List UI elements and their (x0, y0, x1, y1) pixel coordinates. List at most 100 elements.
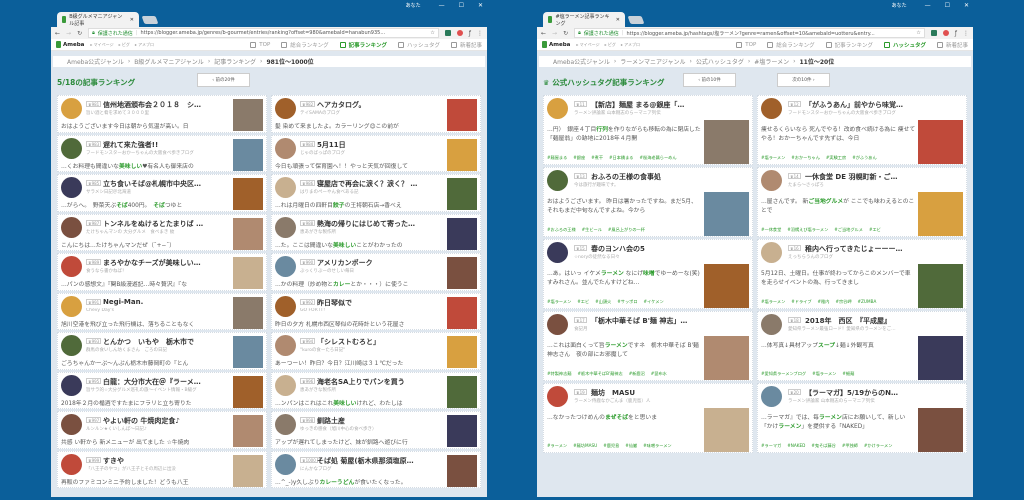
article-title[interactable]: 海老名SA上りでパンを買う (317, 377, 444, 387)
avatar[interactable] (275, 98, 296, 119)
new-tab-button[interactable] (627, 16, 645, 24)
ranking-card[interactable]: ♛992 昨日琴似で GO FOR IT! 昨日の夕方 札幌市西区琴似の花時計という花… (271, 292, 481, 330)
breadcrumb-item[interactable]: 記事ランキング (214, 57, 256, 66)
hashtag-link[interactable]: #一休食堂 (761, 227, 781, 233)
breadcrumb-item[interactable]: Ameba公式ジャンル (67, 57, 124, 66)
article-title[interactable]: 昨日琴似で (317, 298, 444, 308)
close-tab-icon[interactable]: ✕ (130, 17, 134, 23)
ranking-card[interactable]: ♛12 「がふうあん」前やから味覚… フードモンスターおかーちゃんの大阪食べ歩きブロ… (757, 95, 967, 165)
avatar[interactable] (275, 374, 296, 396)
maximize-button[interactable]: ☐ (459, 2, 464, 9)
hashtag-link[interactable]: #ラーマガ (761, 443, 781, 449)
ranking-card[interactable]: ♛11 【新店】麺屋 まる@銀座「… ラーメン評論家 山本剛志のらーマニア列伝 …円）… (543, 95, 753, 165)
profile-name[interactable]: あなた (892, 2, 907, 9)
hashtag-link[interactable]: #山頭火 (595, 299, 611, 305)
blog-name[interactable]: サラメシ日記＠北海道 (86, 189, 230, 195)
article-title[interactable]: とんかつ いもや 栃木市で (103, 337, 230, 347)
ranking-card[interactable]: ♛15 春のヨンハ会の5 ☆noryの徒然なる日々 …あ。はいっ イケメラーメン なに… (543, 239, 753, 309)
blog-name[interactable]: じゃのばっぱのブログ (300, 150, 444, 156)
hashtag-link[interactable]: #甲独師 (842, 443, 858, 449)
article-title[interactable]: 立ち食いそば@札幌市中央区… (103, 179, 230, 189)
thumbnail-image[interactable] (704, 120, 749, 164)
thumbnail-image[interactable] (704, 192, 749, 236)
reload-icon[interactable]: ↻ (77, 30, 82, 37)
avatar[interactable] (761, 314, 782, 335)
hashtag-link[interactable]: #NAKED (787, 443, 805, 449)
hashtag-link[interactable]: #実験工房 (826, 155, 846, 161)
article-title[interactable]: 釧路土産 (317, 416, 444, 426)
breadcrumb-item[interactable]: Ameba公式ジャンル (553, 57, 610, 66)
article-title[interactable]: 5月11日 (317, 140, 444, 150)
bookmark-star-icon[interactable]: ☆ (916, 30, 920, 36)
nav-sub-link[interactable]: ▸ アメブロ (135, 42, 154, 48)
profile-name[interactable]: あなた (406, 2, 421, 9)
avatar[interactable] (61, 98, 82, 119)
blog-name[interactable]: 「八王子のやつ」が八王子とその周辺に出没 (86, 466, 230, 472)
ameba-logo[interactable]: Ameba (542, 41, 570, 48)
nav-sub-link[interactable]: ▸ マイページ (90, 42, 113, 48)
blog-name[interactable]: 今は旅行が趣味です。 (574, 182, 744, 188)
close-button[interactable]: ✕ (964, 2, 969, 9)
close-button[interactable]: ✕ (478, 2, 483, 9)
minimize-button[interactable]: — (439, 2, 445, 9)
thumbnail-image[interactable] (918, 408, 963, 452)
avatar[interactable] (275, 177, 296, 198)
breadcrumb-item[interactable]: 公式ハッシュタグ (696, 57, 744, 66)
nav-sub-link[interactable]: ▸ ピグ (605, 42, 616, 48)
nav-item-new[interactable]: 新着記事 (936, 41, 968, 49)
thumbnail-image[interactable] (233, 375, 263, 408)
hashtag-link[interactable]: #塩ラーメン (761, 299, 785, 305)
avatar[interactable] (61, 335, 82, 356)
extension-icon[interactable]: ƒ (955, 30, 957, 37)
hashtag-link[interactable]: #ドライブ (791, 299, 811, 305)
ranking-card[interactable]: ♛14 一休食堂 DE 羽幌町新・ご… たまら〜さっぽろ …屋さんです。 新ご当地グル… (757, 167, 967, 237)
blog-name[interactable]: 群馬の食いしん坊くまさん ごろの日記 (86, 347, 230, 353)
ranking-card[interactable]: ♛982 ヘアカタログ。 テイSAMAのブログ髪 染めて来ましたよ。カラーリング😊こ… (271, 95, 481, 133)
hashtag-link[interactable]: #日本橋まる (609, 155, 633, 161)
nav-item-hashtag[interactable]: ハッシュタグ (883, 41, 926, 49)
hashtag-link[interactable]: #塩ラーメン (761, 155, 785, 161)
thumbnail-image[interactable] (704, 264, 749, 308)
nav-sub-link[interactable]: ▸ マイページ (576, 42, 599, 48)
hashtag-link[interactable]: #稚内 (818, 299, 830, 305)
article-title[interactable]: やよい軒の 牛焼肉定食♪ (103, 416, 230, 426)
article-title[interactable]: Negi-Man. (103, 298, 230, 306)
hashtag-link[interactable]: #特製神志麺 (547, 371, 571, 377)
thumbnail-image[interactable] (447, 99, 477, 131)
ranking-card[interactable]: ♛20 【ラーマガ】5/19からのN… ラーメン評論家 山本剛志のらーマニア列伝 …ラ… (757, 383, 967, 453)
article-title[interactable]: 白龍：大分市大在＠『ラーメ… (103, 377, 230, 387)
breadcrumb-item[interactable]: #塩ラーメン (754, 57, 789, 66)
ranking-card[interactable]: ♛984 5月11日 じゃのばっぱのブログ 今日も頑張って保育園へ！！やっと天気が回復… (271, 134, 481, 172)
menu-icon[interactable]: ⋮ (963, 30, 969, 37)
hashtag-link[interactable]: #風呂上がりの一杯 (608, 227, 645, 233)
ranking-card[interactable]: ♛993 とんかつ いもや 栃木市で 群馬の食いしん坊くまさん ごろの日記 ごろちゃん… (57, 332, 267, 370)
thumbnail-image[interactable] (918, 192, 963, 236)
thumbnail-image[interactable] (704, 336, 749, 380)
hashtag-link[interactable]: #新鹿沼 (629, 371, 645, 377)
ranking-card[interactable]: ♛981 信州地酒頒布会２０１８ シ… 旨い酒と肴を求めて３０００里 おはようございま… (57, 95, 267, 133)
ranking-card[interactable]: ♛996 海老名SA上りでパンを買う 恵あがきな製作所 …ンパンはこれはこれ美味しいけ… (271, 371, 481, 409)
nav-item-top[interactable]: TOP (250, 41, 270, 49)
avatar[interactable] (275, 256, 296, 277)
blog-name[interactable]: ラーメン侍鹿なかごんま（鹿児島）人 (574, 398, 744, 404)
thumbnail-image[interactable] (447, 336, 477, 368)
nav-item-new[interactable]: 新着記事 (450, 41, 482, 49)
ranking-card[interactable]: ♛16 稚内へ行ってきたじょーーー… えっちらうんのブログ 5月12日、土曜日。仕事が… (757, 239, 967, 309)
article-title[interactable]: ヘアカタログ。 (317, 100, 444, 110)
avatar[interactable] (761, 98, 782, 119)
blog-name[interactable]: ラーメン評論家 山本剛志のらーマニア列伝 (788, 398, 958, 404)
avatar[interactable] (547, 170, 568, 191)
hashtag-link[interactable]: #宗谷岬 (835, 299, 851, 305)
thumbnail-image[interactable] (918, 264, 963, 308)
avatar[interactable] (61, 177, 82, 198)
hashtag-link[interactable]: #鹿児島 (603, 443, 619, 449)
ranking-card[interactable]: ♛983 遅れて来た強者!! フードモンスターおかーちゃんの大阪食べ歩きブログ …くお… (57, 134, 267, 172)
ranking-card[interactable]: ♛997 やよい軒の 牛焼肉定食♪ ルンルン★くいしんぼ〜日記♪ 共感 い軒から 新メ… (57, 411, 267, 449)
avatar[interactable] (61, 453, 82, 475)
article-title[interactable]: 「シレストむろと」 (317, 337, 444, 347)
hashtag-link[interactable]: #おふろの王様 (547, 227, 576, 233)
avatar[interactable] (275, 216, 296, 238)
article-title[interactable]: 「栃木中華そば B'麺 神志」… (591, 316, 744, 326)
blog-name[interactable]: ゆっきの感食（旭川中心の食べ歩き） (300, 426, 444, 432)
close-tab-icon[interactable]: ✕ (616, 17, 620, 23)
